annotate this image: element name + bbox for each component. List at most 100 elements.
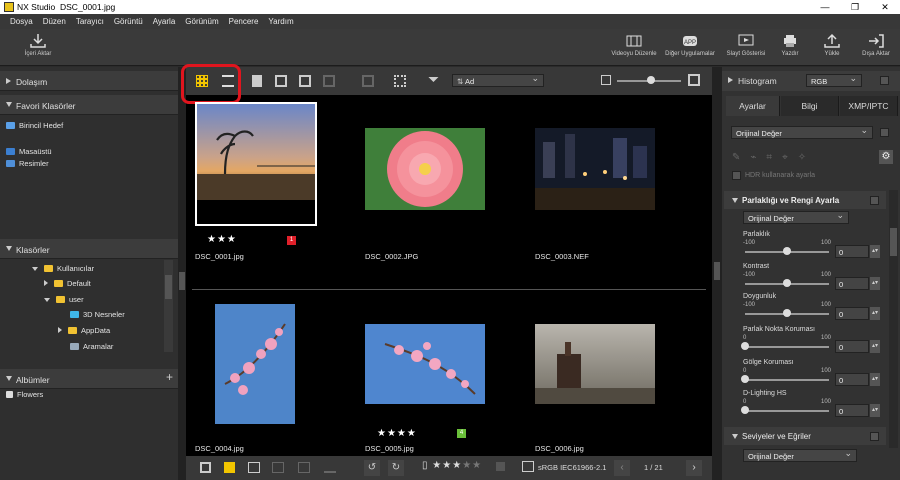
sort-select[interactable]: ⇅ Ad	[452, 73, 544, 87]
settings-gear-icon[interactable]: ⚙	[879, 150, 893, 164]
menu-browser[interactable]: Tarayıcı	[76, 17, 104, 26]
stack-icon[interactable]	[200, 462, 211, 473]
histogram-header[interactable]: Histogram RGB	[722, 71, 900, 91]
tree-item-default[interactable]: Default	[44, 279, 91, 288]
slider-spinner-icon[interactable]: ▴▾	[870, 277, 880, 290]
thumbnail-item-5[interactable]: ★★★★ 4 DSC_0005.jpg	[359, 296, 529, 454]
slider-spinner-icon[interactable]: ▴▾	[870, 404, 880, 417]
left-panel-collapse[interactable]	[178, 67, 186, 480]
previous-image-icon[interactable]: ‹	[614, 460, 630, 476]
slider-knob[interactable]	[783, 247, 791, 255]
menu-adjust[interactable]: Ayarla	[153, 17, 176, 26]
levels-section-toggle[interactable]	[870, 432, 879, 441]
slider-knob[interactable]	[741, 342, 749, 350]
tree-item-users[interactable]: Kullanıcılar	[32, 264, 94, 273]
menu-image[interactable]: Görüntü	[114, 17, 143, 26]
label-control-icon[interactable]	[496, 462, 505, 471]
thumbnail-item-4[interactable]: DSC_0004.jpg	[189, 296, 359, 454]
brightness-section-header[interactable]: Parlaklığı ve Rengi Ayarla	[724, 191, 886, 209]
minimize-icon[interactable]: —	[810, 0, 840, 14]
preset-toggle[interactable]	[880, 128, 889, 137]
levels-preset-select[interactable]: Orijinal Değer	[743, 448, 857, 462]
brush-icon[interactable]: ⌁	[750, 152, 766, 163]
thumbnail-item-6[interactable]: DSC_0006.jpg	[529, 296, 699, 454]
right-panel-collapse[interactable]	[712, 67, 722, 480]
album-flowers[interactable]: Flowers	[6, 390, 43, 399]
favorites-panel-header[interactable]: Favori Klasörler	[0, 95, 178, 115]
rating-control[interactable]: ▯ ★★★★★	[422, 460, 482, 471]
grid-overlay-icon[interactable]	[272, 462, 284, 473]
histogram-toggle[interactable]	[880, 76, 889, 85]
label-badge[interactable]: 4	[457, 429, 466, 438]
add-album-icon[interactable]: +	[166, 370, 173, 384]
color-picker-icon[interactable]: ✧	[798, 152, 816, 163]
slider-track[interactable]	[745, 379, 829, 381]
tree-item-user[interactable]: user	[44, 295, 84, 304]
thumbnail-size-knob[interactable]	[647, 76, 655, 84]
thumbnail-grid-icon[interactable]	[196, 75, 208, 87]
filter-icon[interactable]: ⏷	[428, 71, 439, 88]
full-screen-split-icon[interactable]	[323, 75, 335, 87]
favorite-primary-target[interactable]: Birincil Hedef	[6, 121, 63, 130]
favorite-pictures[interactable]: Resimler	[6, 159, 49, 168]
other-apps-button[interactable]: APP Diğer Uygulamalar	[660, 33, 720, 57]
slider-knob[interactable]	[741, 406, 749, 414]
menu-view[interactable]: Görünüm	[185, 17, 218, 26]
list-view-icon[interactable]	[222, 75, 234, 87]
folders-panel-header[interactable]: Klasörler	[0, 239, 178, 259]
brightness-preset-select[interactable]: Orijinal Değer	[743, 210, 849, 224]
zoom-in-icon[interactable]	[688, 74, 700, 86]
slider-track[interactable]	[745, 346, 829, 348]
slider-knob[interactable]	[783, 279, 791, 287]
collapse-left-icon[interactable]	[179, 272, 185, 290]
slider-track[interactable]	[745, 410, 829, 412]
slider-value-input[interactable]: 0	[835, 245, 869, 258]
slider-value-input[interactable]: 0	[835, 373, 869, 386]
albums-panel-header[interactable]: Albümler	[0, 369, 178, 389]
tab-xmp-iptc[interactable]: XMP/IPTC	[840, 96, 898, 116]
focus-point-icon[interactable]	[298, 462, 310, 473]
label-group-icon[interactable]	[224, 462, 235, 473]
menu-edit[interactable]: Düzen	[43, 17, 66, 26]
slider-spinner-icon[interactable]: ▴▾	[870, 340, 880, 353]
menu-help[interactable]: Yardım	[268, 17, 293, 26]
restore-icon[interactable]: ❐	[840, 0, 870, 14]
rating-stars[interactable]: ★★★	[207, 234, 237, 245]
menu-window[interactable]: Pencere	[229, 17, 259, 26]
favorite-desktop[interactable]: Masaüstü	[6, 147, 52, 156]
zoom-out-icon[interactable]	[601, 75, 611, 85]
slider-value-input[interactable]: 0	[835, 277, 869, 290]
slider-spinner-icon[interactable]: ▴▾	[870, 307, 880, 320]
export-button[interactable]: Dışa Aktar	[846, 33, 900, 57]
slider-value-input[interactable]: 0	[835, 340, 869, 353]
folders-scrollbar[interactable]	[164, 260, 173, 352]
retouch-icon[interactable]: ✎	[732, 152, 750, 163]
compare-view-icon[interactable]	[275, 75, 287, 87]
hdr-checkbox[interactable]	[732, 171, 741, 180]
slider-spinner-icon[interactable]: ▴▾	[870, 373, 880, 386]
next-image-icon[interactable]: ›	[686, 460, 702, 476]
thumbnail-item-2[interactable]: DSC_0002.JPG	[359, 102, 529, 292]
label-badge[interactable]: 1	[287, 236, 296, 245]
fit-screen-icon[interactable]	[394, 75, 406, 87]
slider-value-input[interactable]: 0	[835, 307, 869, 320]
info-overlay-icon[interactable]	[248, 462, 260, 473]
tab-info[interactable]: Bilgi	[781, 96, 839, 116]
histogram-mode-select[interactable]: RGB	[806, 73, 862, 87]
slider-value-input[interactable]: 0	[835, 404, 869, 417]
histogram-overlay-icon[interactable]	[324, 462, 336, 473]
menu-file[interactable]: Dosya	[10, 17, 33, 26]
thumbnail-item-3[interactable]: DSC_0003.NEF	[529, 102, 699, 292]
adjust-scroll-thumb[interactable]	[890, 228, 897, 256]
movie-editor-button[interactable]: Videoyu Düzenle	[604, 33, 664, 57]
levels-section-header[interactable]: Seviyeler ve Eğriler	[724, 427, 886, 445]
slider-knob[interactable]	[783, 309, 791, 317]
rotate-left-icon[interactable]: ↺	[364, 460, 380, 476]
tree-item-appdata[interactable]: AppData	[58, 326, 110, 335]
straighten-icon[interactable]: ⌖	[782, 152, 798, 163]
crop-icon[interactable]: ⌗	[766, 152, 782, 163]
tree-item-searches[interactable]: Aramalar	[70, 342, 113, 351]
tab-adjustments[interactable]: Ayarlar	[726, 96, 780, 116]
preset-select[interactable]: Orijinal Değer	[731, 125, 873, 139]
display-mode-icon[interactable]	[362, 75, 374, 87]
